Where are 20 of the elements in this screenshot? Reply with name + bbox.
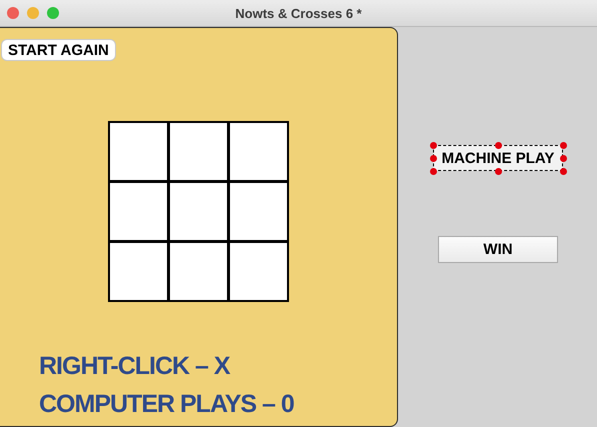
board-cell[interactable] <box>230 243 287 300</box>
instruction-text: COMPUTER PLAYS – 0 <box>39 389 294 420</box>
board-cell[interactable] <box>110 243 167 300</box>
side-button[interactable]: MACHINE PLAY <box>433 145 563 171</box>
side-button[interactable]: WIN <box>438 236 558 263</box>
board-cell[interactable] <box>230 123 287 180</box>
minimize-button[interactable] <box>27 7 39 19</box>
board-cell[interactable] <box>110 183 167 240</box>
board-cell[interactable] <box>230 183 287 240</box>
zoom-button[interactable] <box>47 7 59 19</box>
start-again-button[interactable]: START AGAIN <box>1 39 116 61</box>
close-button[interactable] <box>7 7 19 19</box>
window-title: Nowts & Crosses 6 * <box>235 6 362 20</box>
selection-handle-icon[interactable] <box>495 142 502 149</box>
board-cell[interactable] <box>170 243 227 300</box>
board-cell[interactable] <box>170 123 227 180</box>
board-cell[interactable] <box>110 123 167 180</box>
board-cell[interactable] <box>170 183 227 240</box>
instruction-text: RIGHT-CLICK – X <box>39 351 232 382</box>
selection-handle-icon[interactable] <box>495 168 502 175</box>
